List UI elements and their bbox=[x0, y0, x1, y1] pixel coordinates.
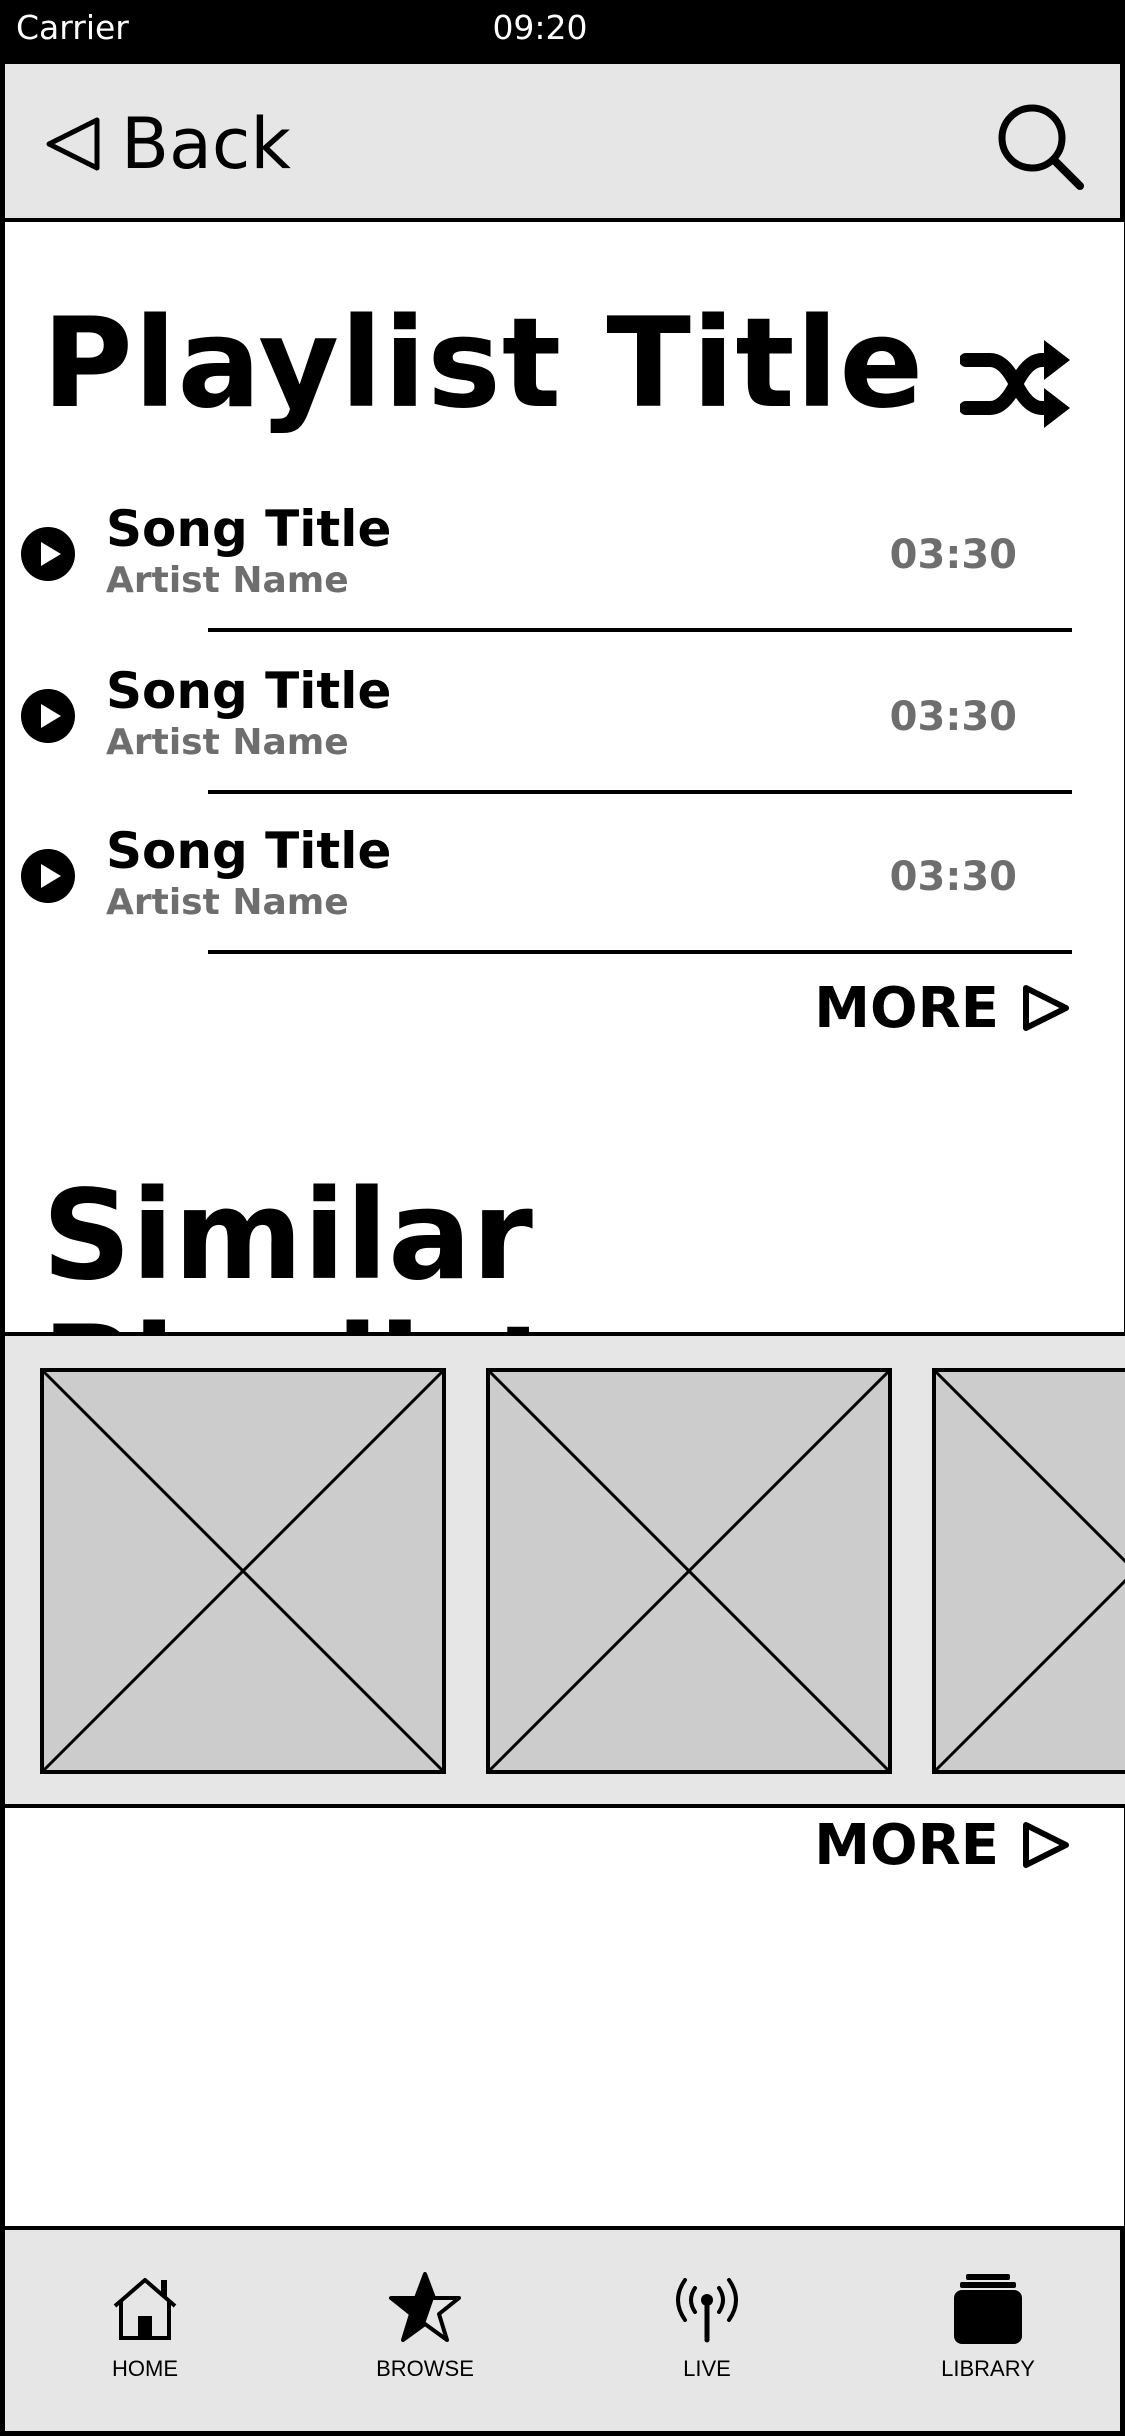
search-icon bbox=[998, 104, 1084, 190]
back-triangle-icon bbox=[46, 117, 100, 171]
shuffle-icon bbox=[959, 340, 1070, 428]
artist-name: Artist Name bbox=[106, 722, 349, 763]
play-icon[interactable] bbox=[20, 848, 76, 904]
song-duration: 03:30 bbox=[889, 854, 1017, 900]
tab-library[interactable]: LIBRARY bbox=[908, 2270, 1068, 2382]
tab-label: HOME bbox=[112, 2356, 178, 2381]
search-button[interactable] bbox=[992, 98, 1088, 194]
tab-label: LIBRARY bbox=[941, 2356, 1035, 2381]
song-row[interactable]: Song Title Artist Name 03:30 bbox=[0, 642, 1125, 792]
song-row[interactable]: Song Title Artist Name 03:30 bbox=[0, 480, 1125, 630]
back-label: Back bbox=[121, 103, 291, 185]
clock-label: 09:20 bbox=[492, 8, 588, 47]
playlist-thumbnail[interactable] bbox=[486, 1368, 892, 1774]
playlist-title: Playlist Title bbox=[42, 292, 925, 436]
more-playlists-link[interactable]: MORE bbox=[814, 1810, 1071, 1880]
song-duration: 03:30 bbox=[889, 532, 1017, 578]
more-label: MORE bbox=[814, 975, 999, 1041]
song-divider bbox=[208, 628, 1072, 632]
broadcast-icon bbox=[676, 2278, 738, 2343]
more-label: MORE bbox=[814, 1812, 999, 1878]
similar-playlists-carousel[interactable] bbox=[0, 1332, 1125, 1808]
tab-label: BROWSE bbox=[376, 2356, 474, 2381]
more-songs-link[interactable]: MORE bbox=[814, 973, 1071, 1043]
image-placeholder-icon bbox=[40, 1368, 446, 1774]
home-icon bbox=[113, 2278, 177, 2340]
tab-live[interactable]: LIVE bbox=[627, 2270, 787, 2382]
artist-name: Artist Name bbox=[106, 882, 349, 923]
artist-name: Artist Name bbox=[106, 560, 349, 601]
more-triangle-icon bbox=[1023, 985, 1069, 1031]
playlist-thumbnail[interactable] bbox=[40, 1368, 446, 1774]
back-button[interactable]: Back bbox=[43, 103, 291, 185]
nav-bar: Back bbox=[0, 64, 1125, 222]
song-title: Song Title bbox=[106, 500, 392, 558]
library-icon bbox=[954, 2274, 1022, 2344]
tab-label: LIVE bbox=[683, 2356, 731, 2381]
playlist-thumbnail[interactable] bbox=[932, 1368, 1125, 1774]
song-title: Song Title bbox=[106, 822, 392, 880]
song-row[interactable]: Song Title Artist Name 03:30 bbox=[0, 802, 1125, 952]
app-screen: Carrier 09:20 Back Playlist Title Song T… bbox=[0, 0, 1125, 2436]
status-bar: Carrier 09:20 bbox=[0, 0, 1125, 64]
tab-bar: HOME BROWSE LIVE LIBRARY bbox=[0, 2226, 1125, 2436]
song-duration: 03:30 bbox=[889, 694, 1017, 740]
play-icon[interactable] bbox=[20, 526, 76, 582]
tab-home[interactable]: HOME bbox=[65, 2270, 225, 2382]
more-triangle-icon bbox=[1023, 1822, 1069, 1868]
song-title: Song Title bbox=[106, 662, 392, 720]
image-placeholder-icon bbox=[932, 1368, 1125, 1774]
play-icon[interactable] bbox=[20, 688, 76, 744]
tab-browse[interactable]: BROWSE bbox=[345, 2270, 505, 2382]
song-divider bbox=[208, 790, 1072, 794]
shuffle-button[interactable] bbox=[959, 334, 1072, 434]
star-icon bbox=[389, 2272, 461, 2342]
song-divider bbox=[208, 950, 1072, 954]
image-placeholder-icon bbox=[486, 1368, 892, 1774]
